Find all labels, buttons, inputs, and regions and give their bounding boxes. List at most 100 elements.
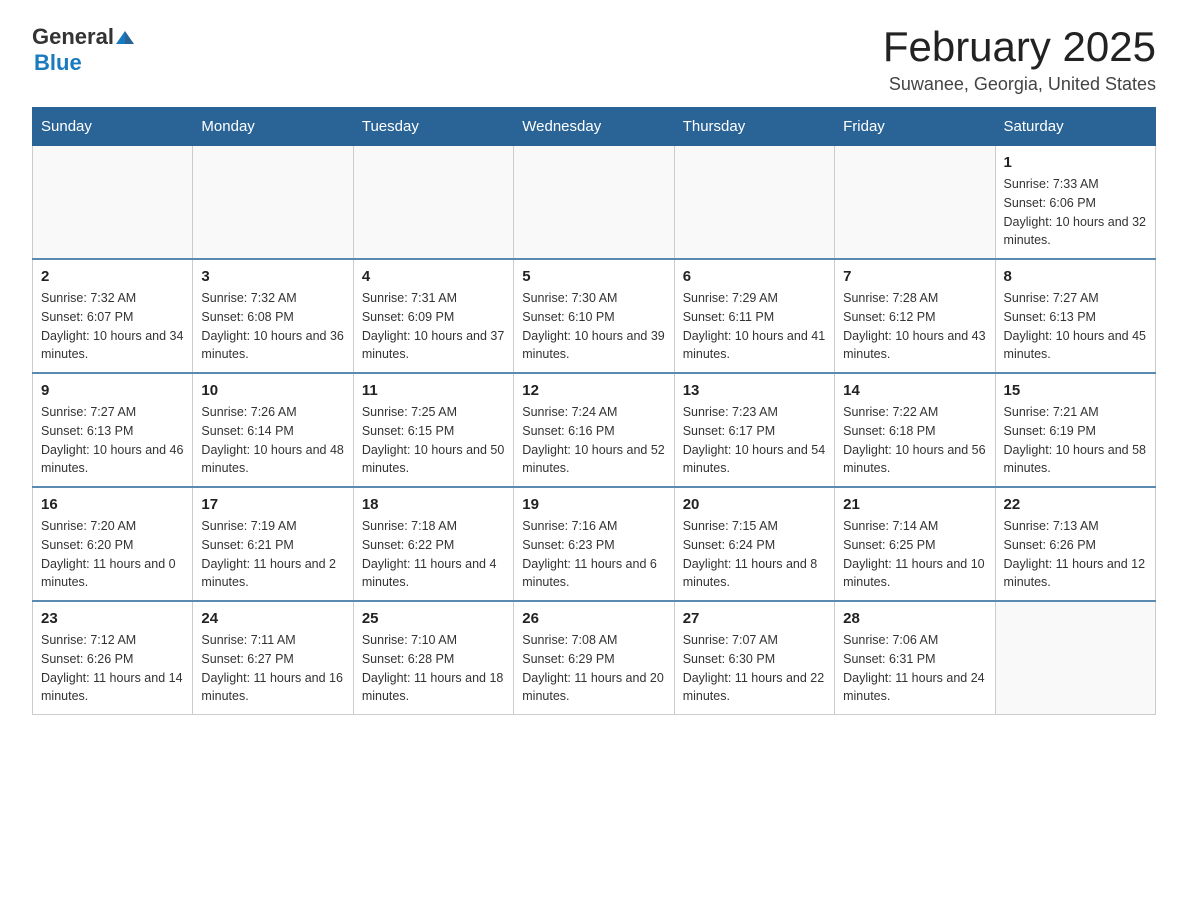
calendar-table: SundayMondayTuesdayWednesdayThursdayFrid… [32,107,1156,715]
calendar-day-cell: 24 Sunrise: 7:11 AM Sunset: 6:27 PM Dayli… [193,601,353,715]
day-info: Sunrise: 7:14 AM Sunset: 6:25 PM Dayligh… [843,517,986,592]
day-number: 11 [362,382,505,399]
day-number: 19 [522,496,665,513]
day-number: 1 [1004,154,1147,171]
calendar-day-cell: 25 Sunrise: 7:10 AM Sunset: 6:28 PM Dayli… [353,601,513,715]
calendar-day-cell: 23 Sunrise: 7:12 AM Sunset: 6:26 PM Dayli… [33,601,193,715]
day-number: 20 [683,496,826,513]
day-info: Sunrise: 7:11 AM Sunset: 6:27 PM Dayligh… [201,631,344,706]
day-number: 13 [683,382,826,399]
calendar-week-row: 23 Sunrise: 7:12 AM Sunset: 6:26 PM Dayli… [33,601,1156,715]
calendar-day-cell: 26 Sunrise: 7:08 AM Sunset: 6:29 PM Dayli… [514,601,674,715]
calendar-title-section: February 2025 Suwanee, Georgia, United S… [883,24,1156,95]
day-number: 27 [683,610,826,627]
calendar-day-cell [995,601,1155,715]
day-number: 23 [41,610,184,627]
calendar-day-cell [353,146,513,260]
calendar-day-cell: 2Sunrise: 7:32 AM Sunset: 6:07 PM Daylig… [33,259,193,373]
calendar-day-header: Tuesday [353,108,513,146]
day-info: Sunrise: 7:25 AM Sunset: 6:15 PM Dayligh… [362,403,505,478]
day-number: 9 [41,382,184,399]
day-info: Sunrise: 7:20 AM Sunset: 6:20 PM Dayligh… [41,517,184,592]
day-info: Sunrise: 7:33 AM Sunset: 6:06 PM Dayligh… [1004,175,1147,250]
day-number: 17 [201,496,344,513]
day-number: 26 [522,610,665,627]
calendar-day-header: Monday [193,108,353,146]
day-info: Sunrise: 7:32 AM Sunset: 6:08 PM Dayligh… [201,289,344,364]
calendar-day-cell [193,146,353,260]
calendar-day-cell: 7 Sunrise: 7:28 AM Sunset: 6:12 PM Daylig… [835,259,995,373]
calendar-day-cell: 19 Sunrise: 7:16 AM Sunset: 6:23 PM Dayli… [514,487,674,601]
day-number: 8 [1004,268,1147,285]
day-number: 21 [843,496,986,513]
day-info: Sunrise: 7:18 AM Sunset: 6:22 PM Dayligh… [362,517,505,592]
logo-triangle-icon [116,31,125,44]
calendar-day-cell: 18Sunrise: 7:18 AM Sunset: 6:22 PM Dayli… [353,487,513,601]
calendar-day-cell: 14 Sunrise: 7:22 AM Sunset: 6:18 PM Dayli… [835,373,995,487]
calendar-day-cell: 1 Sunrise: 7:33 AM Sunset: 6:06 PM Daylig… [995,146,1155,260]
day-info: Sunrise: 7:23 AM Sunset: 6:17 PM Dayligh… [683,403,826,478]
day-info: Sunrise: 7:16 AM Sunset: 6:23 PM Dayligh… [522,517,665,592]
calendar-day-cell [33,146,193,260]
day-number: 28 [843,610,986,627]
day-info: Sunrise: 7:27 AM Sunset: 6:13 PM Dayligh… [41,403,184,478]
day-number: 10 [201,382,344,399]
day-number: 22 [1004,496,1147,513]
calendar-day-cell: 15 Sunrise: 7:21 AM Sunset: 6:19 PM Dayli… [995,373,1155,487]
calendar-day-cell [674,146,834,260]
calendar-day-header: Saturday [995,108,1155,146]
day-info: Sunrise: 7:31 AM Sunset: 6:09 PM Dayligh… [362,289,505,364]
day-info: Sunrise: 7:27 AM Sunset: 6:13 PM Dayligh… [1004,289,1147,364]
calendar-day-cell: 12Sunrise: 7:24 AM Sunset: 6:16 PM Dayli… [514,373,674,487]
month-year-title: February 2025 [883,24,1156,70]
calendar-day-cell: 13 Sunrise: 7:23 AM Sunset: 6:17 PM Dayli… [674,373,834,487]
day-info: Sunrise: 7:19 AM Sunset: 6:21 PM Dayligh… [201,517,344,592]
day-number: 5 [522,268,665,285]
day-info: Sunrise: 7:22 AM Sunset: 6:18 PM Dayligh… [843,403,986,478]
calendar-day-cell: 22 Sunrise: 7:13 AM Sunset: 6:26 PM Dayli… [995,487,1155,601]
day-info: Sunrise: 7:08 AM Sunset: 6:29 PM Dayligh… [522,631,665,706]
calendar-day-cell: 6 Sunrise: 7:29 AM Sunset: 6:11 PM Daylig… [674,259,834,373]
day-info: Sunrise: 7:26 AM Sunset: 6:14 PM Dayligh… [201,403,344,478]
day-info: Sunrise: 7:10 AM Sunset: 6:28 PM Dayligh… [362,631,505,706]
calendar-day-cell: 16Sunrise: 7:20 AM Sunset: 6:20 PM Dayli… [33,487,193,601]
calendar-day-header: Sunday [33,108,193,146]
calendar-header-row: SundayMondayTuesdayWednesdayThursdayFrid… [33,108,1156,146]
day-info: Sunrise: 7:07 AM Sunset: 6:30 PM Dayligh… [683,631,826,706]
calendar-week-row: 1 Sunrise: 7:33 AM Sunset: 6:06 PM Daylig… [33,146,1156,260]
day-info: Sunrise: 7:30 AM Sunset: 6:10 PM Dayligh… [522,289,665,364]
day-number: 3 [201,268,344,285]
day-info: Sunrise: 7:15 AM Sunset: 6:24 PM Dayligh… [683,517,826,592]
day-number: 14 [843,382,986,399]
calendar-day-cell: 20 Sunrise: 7:15 AM Sunset: 6:24 PM Dayli… [674,487,834,601]
calendar-day-header: Friday [835,108,995,146]
calendar-week-row: 9 Sunrise: 7:27 AM Sunset: 6:13 PM Daylig… [33,373,1156,487]
day-number: 4 [362,268,505,285]
logo-general-text: General [32,24,114,50]
location-subtitle: Suwanee, Georgia, United States [883,74,1156,95]
day-info: Sunrise: 7:21 AM Sunset: 6:19 PM Dayligh… [1004,403,1147,478]
logo-triangle2-icon [125,31,134,44]
day-info: Sunrise: 7:06 AM Sunset: 6:31 PM Dayligh… [843,631,986,706]
day-number: 7 [843,268,986,285]
calendar-day-cell: 21 Sunrise: 7:14 AM Sunset: 6:25 PM Dayli… [835,487,995,601]
calendar-week-row: 2Sunrise: 7:32 AM Sunset: 6:07 PM Daylig… [33,259,1156,373]
calendar-week-row: 16Sunrise: 7:20 AM Sunset: 6:20 PM Dayli… [33,487,1156,601]
logo: General Blue [32,24,134,76]
day-info: Sunrise: 7:28 AM Sunset: 6:12 PM Dayligh… [843,289,986,364]
day-number: 25 [362,610,505,627]
calendar-day-cell [835,146,995,260]
day-info: Sunrise: 7:12 AM Sunset: 6:26 PM Dayligh… [41,631,184,706]
day-number: 2 [41,268,184,285]
day-number: 24 [201,610,344,627]
day-info: Sunrise: 7:13 AM Sunset: 6:26 PM Dayligh… [1004,517,1147,592]
day-info: Sunrise: 7:24 AM Sunset: 6:16 PM Dayligh… [522,403,665,478]
calendar-day-header: Thursday [674,108,834,146]
calendar-day-cell: 5 Sunrise: 7:30 AM Sunset: 6:10 PM Daylig… [514,259,674,373]
calendar-day-cell: 9 Sunrise: 7:27 AM Sunset: 6:13 PM Daylig… [33,373,193,487]
calendar-day-cell [514,146,674,260]
calendar-day-cell: 8 Sunrise: 7:27 AM Sunset: 6:13 PM Daylig… [995,259,1155,373]
day-number: 6 [683,268,826,285]
day-number: 15 [1004,382,1147,399]
day-info: Sunrise: 7:29 AM Sunset: 6:11 PM Dayligh… [683,289,826,364]
